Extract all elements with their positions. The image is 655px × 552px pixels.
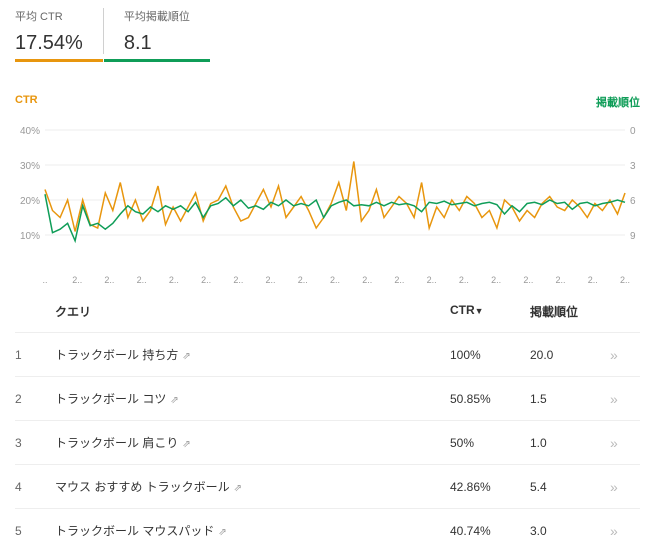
table-row[interactable]: 2トラックボール コツ⇗50.85%1.5» bbox=[15, 376, 640, 420]
chart-legend: CTR 掲載順位 bbox=[0, 62, 655, 120]
row-rank: 4 bbox=[15, 480, 55, 494]
svg-text:2..: 2.. bbox=[588, 275, 598, 285]
row-rank: 5 bbox=[15, 524, 55, 538]
svg-text:40%: 40% bbox=[20, 126, 40, 137]
row-ctr: 40.74% bbox=[450, 524, 530, 538]
metric-ctr-value: 17.54% bbox=[15, 32, 83, 55]
row-query-link[interactable]: トラックボール コツ⇗ bbox=[55, 390, 450, 407]
row-expand[interactable]: » bbox=[610, 479, 640, 495]
query-table: クエリ CTR▼ 掲載順位 1トラックボール 持ち方⇗100%20.0»2トラッ… bbox=[0, 285, 655, 552]
row-expand[interactable]: » bbox=[610, 435, 640, 451]
chart-svg: 40% 30% 20% 10% 0 3 6 9 .. 2.. 2.. 2.. 2.. 2.… bbox=[15, 120, 640, 285]
svg-text:2..: 2.. bbox=[298, 275, 308, 285]
chart-area: 40% 30% 20% 10% 0 3 6 9 .. 2.. 2.. 2.. 2.. 2.… bbox=[0, 120, 655, 285]
svg-text:30%: 30% bbox=[20, 161, 40, 172]
chevron-right-icon: » bbox=[610, 435, 615, 451]
col-arrow-header bbox=[610, 303, 640, 320]
row-query-link[interactable]: トラックボール マウスパッド⇗ bbox=[55, 522, 450, 539]
sort-desc-icon: ▼ bbox=[475, 306, 484, 316]
svg-text:2..: 2.. bbox=[556, 275, 566, 285]
row-expand[interactable]: » bbox=[610, 391, 640, 407]
table-row[interactable]: 5トラックボール マウスパッド⇗40.74%3.0» bbox=[15, 508, 640, 552]
row-expand[interactable]: » bbox=[610, 523, 640, 539]
row-pos: 5.4 bbox=[530, 480, 610, 494]
metric-pos-label: 平均掲載順位 bbox=[124, 8, 190, 24]
metrics-row: 平均 CTR 17.54% 平均掲載順位 8.1 bbox=[0, 0, 655, 62]
row-query-link[interactable]: トラックボール 持ち方⇗ bbox=[55, 346, 450, 363]
row-expand[interactable]: » bbox=[610, 347, 640, 363]
svg-text:..: .. bbox=[42, 275, 47, 285]
external-link-icon: ⇗ bbox=[234, 483, 242, 494]
row-ctr: 100% bbox=[450, 348, 530, 362]
ctr-line bbox=[45, 162, 625, 232]
chevron-right-icon: » bbox=[610, 479, 615, 495]
table-body: 1トラックボール 持ち方⇗100%20.0»2トラックボール コツ⇗50.85%… bbox=[15, 332, 640, 552]
svg-text:2..: 2.. bbox=[104, 275, 114, 285]
row-ctr: 50.85% bbox=[450, 392, 530, 406]
svg-text:2..: 2.. bbox=[491, 275, 501, 285]
col-query-header[interactable]: クエリ bbox=[55, 303, 450, 320]
x-axis-labels: .. 2.. 2.. 2.. 2.. 2.. 2.. 2.. 2.. 2.. 2.. 2.. 2.. 2.… bbox=[42, 275, 630, 285]
row-rank: 1 bbox=[15, 348, 55, 362]
metric-ctr-card[interactable]: 平均 CTR 17.54% bbox=[15, 0, 103, 62]
external-link-icon: ⇗ bbox=[218, 527, 226, 538]
table-row[interactable]: 4マウス おすすめ トラックボール⇗42.86%5.4» bbox=[15, 464, 640, 508]
svg-text:10%: 10% bbox=[20, 231, 40, 242]
svg-text:20%: 20% bbox=[20, 196, 40, 207]
gridlines bbox=[45, 130, 625, 235]
svg-text:2..: 2.. bbox=[72, 275, 82, 285]
legend-ctr-label: CTR bbox=[15, 94, 38, 110]
chevron-right-icon: » bbox=[610, 347, 615, 363]
svg-text:0: 0 bbox=[630, 126, 636, 137]
table-header: クエリ CTR▼ 掲載順位 bbox=[15, 295, 640, 332]
row-query-link[interactable]: トラックボール 肩こり⇗ bbox=[55, 434, 450, 451]
table-row[interactable]: 1トラックボール 持ち方⇗100%20.0» bbox=[15, 332, 640, 376]
pos-line bbox=[45, 194, 625, 241]
svg-text:2..: 2.. bbox=[394, 275, 404, 285]
row-ctr: 50% bbox=[450, 436, 530, 450]
svg-text:2..: 2.. bbox=[523, 275, 533, 285]
svg-text:2..: 2.. bbox=[459, 275, 469, 285]
svg-text:6: 6 bbox=[630, 196, 636, 207]
row-rank: 2 bbox=[15, 392, 55, 406]
table-row[interactable]: 3トラックボール 肩こり⇗50%1.0» bbox=[15, 420, 640, 464]
svg-text:2..: 2.. bbox=[169, 275, 179, 285]
row-pos: 20.0 bbox=[530, 348, 610, 362]
chevron-right-icon: » bbox=[610, 523, 615, 539]
metric-pos-value: 8.1 bbox=[124, 32, 190, 55]
row-pos: 1.0 bbox=[530, 436, 610, 450]
row-pos: 3.0 bbox=[530, 524, 610, 538]
external-link-icon: ⇗ bbox=[182, 351, 190, 362]
svg-text:2..: 2.. bbox=[201, 275, 211, 285]
svg-text:2..: 2.. bbox=[137, 275, 147, 285]
col-rank-header bbox=[15, 303, 55, 320]
svg-text:2..: 2.. bbox=[620, 275, 630, 285]
svg-text:2..: 2.. bbox=[427, 275, 437, 285]
right-axis-labels: 0 3 6 9 bbox=[630, 126, 636, 242]
row-pos: 1.5 bbox=[530, 392, 610, 406]
svg-text:3: 3 bbox=[630, 161, 636, 172]
svg-text:2..: 2.. bbox=[266, 275, 276, 285]
external-link-icon: ⇗ bbox=[182, 439, 190, 450]
col-ctr-header[interactable]: CTR▼ bbox=[450, 303, 530, 320]
row-rank: 3 bbox=[15, 436, 55, 450]
external-link-icon: ⇗ bbox=[170, 395, 178, 406]
metric-pos-card[interactable]: 平均掲載順位 8.1 bbox=[104, 0, 210, 62]
row-query-link[interactable]: マウス おすすめ トラックボール⇗ bbox=[55, 478, 450, 495]
chevron-right-icon: » bbox=[610, 391, 615, 407]
col-pos-header[interactable]: 掲載順位 bbox=[530, 303, 610, 320]
left-axis-labels: 40% 30% 20% 10% bbox=[20, 126, 40, 242]
svg-text:9: 9 bbox=[630, 231, 636, 242]
svg-text:2..: 2.. bbox=[330, 275, 340, 285]
svg-text:2..: 2.. bbox=[362, 275, 372, 285]
metric-ctr-label: 平均 CTR bbox=[15, 8, 83, 24]
row-ctr: 42.86% bbox=[450, 480, 530, 494]
legend-pos-label: 掲載順位 bbox=[596, 94, 640, 110]
svg-text:2..: 2.. bbox=[233, 275, 243, 285]
